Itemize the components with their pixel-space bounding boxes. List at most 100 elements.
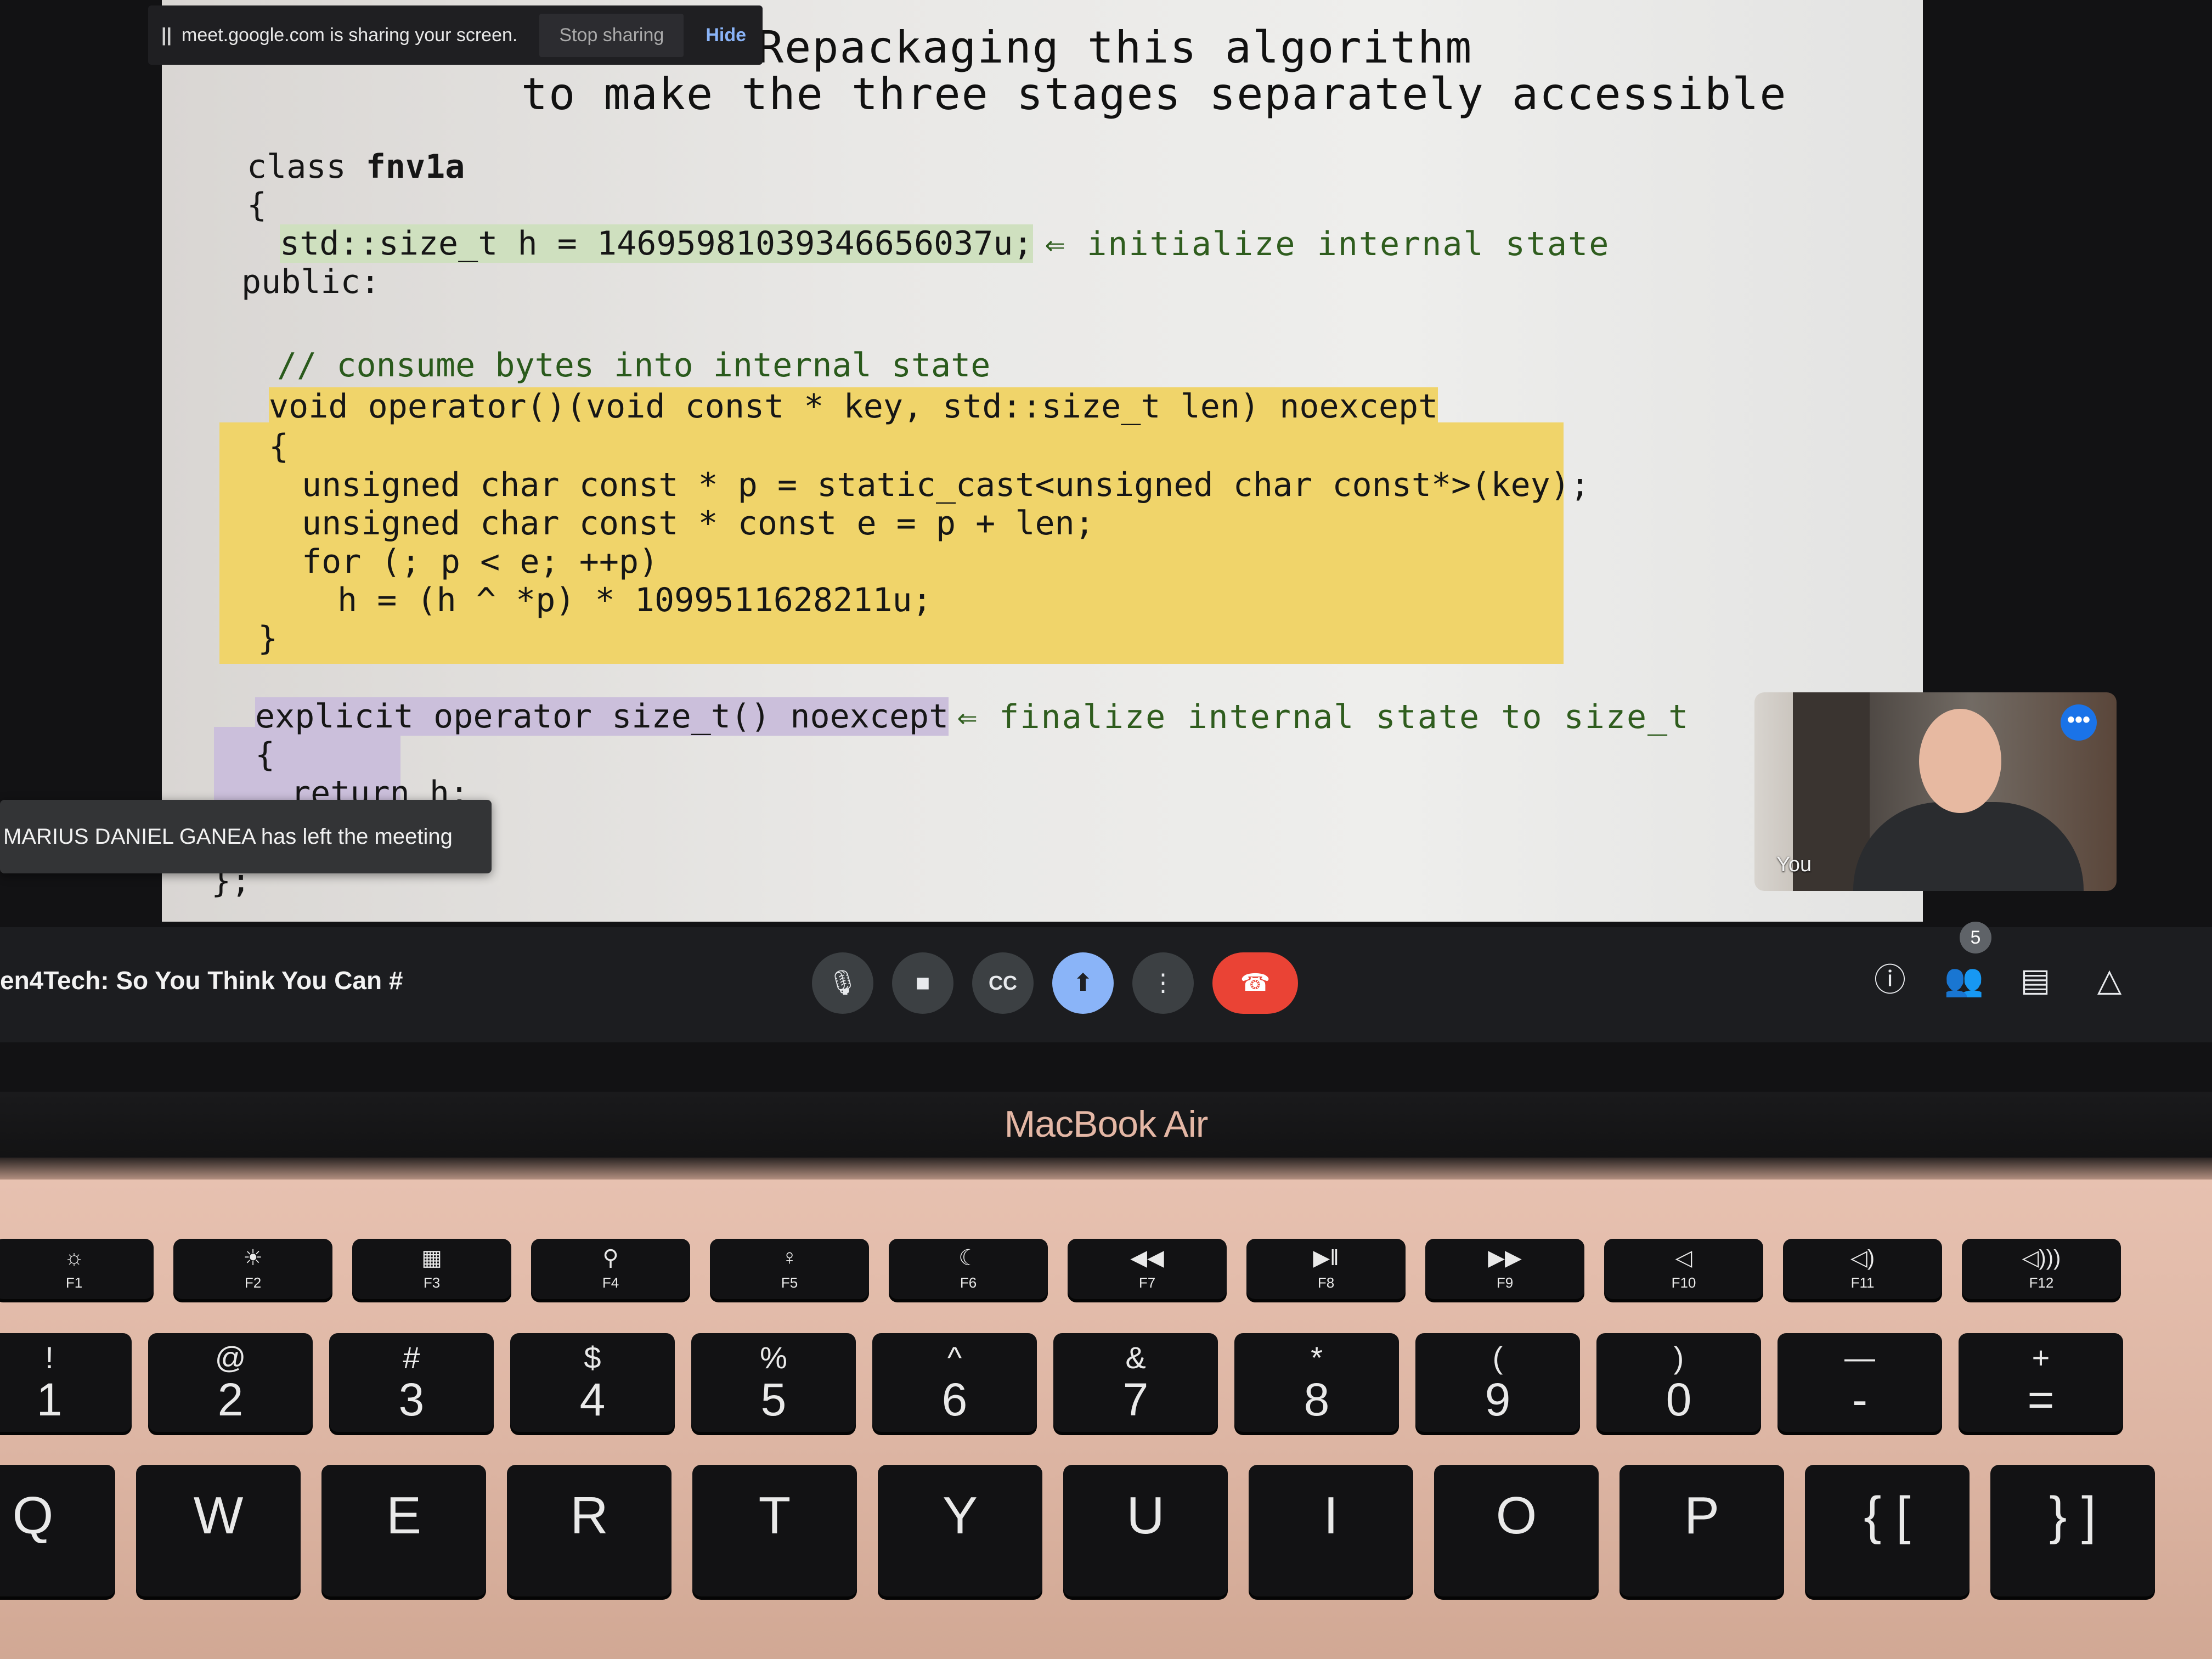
number-key[interactable]: ) 0 [1596, 1333, 1761, 1432]
hide-button[interactable]: Hide [689, 14, 763, 57]
code-class-name: fnv1a [365, 148, 465, 186]
number-key[interactable]: + = [1959, 1333, 2123, 1432]
letter-key[interactable]: P [1620, 1465, 1784, 1596]
more-vert-icon[interactable]: ⋮ [1132, 952, 1194, 1014]
letter-key[interactable]: I [1249, 1465, 1413, 1596]
pause-icon: || [161, 24, 172, 46]
letter-key-label: R [570, 1486, 608, 1545]
number-key-symbol: $ [584, 1340, 601, 1375]
function-key[interactable]: ☼ F1 [0, 1239, 154, 1299]
number-key[interactable]: & 7 [1053, 1333, 1218, 1432]
mic-icon[interactable]: 🎙 [812, 952, 873, 1014]
letter-key[interactable]: U [1063, 1465, 1228, 1596]
function-key-symbol: ▦ [421, 1246, 442, 1270]
letter-key-label: W [193, 1486, 244, 1545]
letter-key[interactable]: Y [878, 1465, 1042, 1596]
letter-key[interactable]: E [321, 1465, 486, 1596]
function-key-symbol: ☾ [958, 1246, 978, 1270]
number-key[interactable]: ^ 6 [872, 1333, 1037, 1432]
note-initialize: ⇐ initialize internal state [1045, 225, 1610, 263]
participants-count-badge: 5 [1960, 922, 1991, 953]
self-view-tile[interactable]: You ••• [1754, 692, 2117, 891]
activities-icon[interactable]: △ [2085, 956, 2134, 1005]
laptop-screen: Repackaging this algorithm to make the t… [0, 0, 2212, 1092]
number-key-symbol: & [1125, 1340, 1146, 1375]
function-key[interactable]: ▦ F3 [352, 1239, 511, 1299]
code-line: for (; p < e; ++p) [302, 543, 659, 581]
function-key-symbol: ⚲ [602, 1246, 619, 1270]
number-key-symbol: % [760, 1340, 787, 1375]
chat-icon[interactable]: ▤ [2011, 956, 2060, 1005]
letter-key[interactable]: T [692, 1465, 857, 1596]
number-key-symbol: — [1844, 1340, 1875, 1375]
function-key[interactable]: ◁))) F12 [1962, 1239, 2121, 1299]
code-line: } [258, 619, 278, 658]
number-key-label: - [1852, 1374, 1867, 1425]
number-key-symbol: ^ [947, 1340, 962, 1375]
letter-key-label: Q [12, 1486, 54, 1545]
laptop-hinge [0, 1158, 2212, 1180]
function-key[interactable]: ☀ F2 [173, 1239, 332, 1299]
function-key[interactable]: ◁) F11 [1783, 1239, 1942, 1299]
info-icon[interactable]: ⓘ [1865, 956, 1915, 1005]
letter-key[interactable]: W [136, 1465, 301, 1596]
function-key-label: F10 [1671, 1274, 1696, 1291]
number-key[interactable]: % 5 [691, 1333, 856, 1432]
function-key-label: F11 [1850, 1274, 1875, 1291]
number-key[interactable]: (9 [1415, 1333, 1580, 1432]
participant-body [1853, 802, 2084, 891]
code-line: { [255, 736, 275, 774]
code-line-explicit: explicit operator size_t() noexcept [255, 697, 949, 736]
number-key[interactable]: — - [1778, 1333, 1942, 1432]
letter-key[interactable]: Q [0, 1465, 115, 1596]
letter-key-label: E [386, 1486, 422, 1545]
number-key[interactable]: * 8 [1234, 1333, 1399, 1432]
function-key-label: F9 [1496, 1274, 1514, 1291]
function-key[interactable]: ▶▶ F9 [1425, 1239, 1584, 1299]
number-key[interactable]: @2 [148, 1333, 313, 1432]
function-key-label: F4 [602, 1274, 619, 1291]
function-key[interactable]: ▶‖ F8 [1246, 1239, 1406, 1299]
number-key[interactable]: #3 [329, 1333, 494, 1432]
share-message: meet.google.com is sharing your screen. [182, 24, 518, 46]
code-line: public: [241, 263, 380, 301]
present-icon[interactable]: ⬆ [1052, 952, 1114, 1014]
number-key-label: 4 [579, 1374, 606, 1425]
function-key-label: F8 [1317, 1274, 1335, 1291]
letter-key[interactable]: { [ [1805, 1465, 1970, 1596]
function-key[interactable]: ◁ F10 [1604, 1239, 1763, 1299]
function-key-symbol: ◁ [1675, 1246, 1692, 1270]
participant-head [1919, 709, 2001, 813]
letter-key-label: U [1126, 1486, 1165, 1545]
letter-key[interactable]: R [507, 1465, 672, 1596]
number-key[interactable]: ! 1 [0, 1333, 132, 1432]
leave-call-icon[interactable]: ☎ [1212, 952, 1298, 1014]
screen-share-banner: || meet.google.com is sharing your scree… [148, 5, 763, 65]
more-options-icon[interactable]: ••• [2061, 704, 2097, 741]
captions-icon[interactable]: CC [972, 952, 1034, 1014]
bezel-label: MacBook Air [1004, 1103, 1209, 1145]
function-key[interactable]: ♀ F5 [710, 1239, 869, 1299]
letter-key-label: } ] [2049, 1486, 2096, 1545]
number-key-label: = [2027, 1374, 2055, 1425]
number-key-label: 1 [36, 1374, 63, 1425]
number-key-label: 5 [760, 1374, 787, 1425]
toast-text: MARIUS DANIEL GANEA has left the meeting [3, 824, 453, 849]
letter-key[interactable]: O [1434, 1465, 1599, 1596]
function-key-symbol: ♀ [781, 1245, 798, 1269]
function-key[interactable]: ◀◀ F7 [1068, 1239, 1227, 1299]
letter-key-label: { [ [1864, 1486, 1911, 1545]
code-line: { [269, 427, 289, 466]
number-key-symbol: * [1311, 1340, 1323, 1375]
people-icon[interactable]: 👥 [1939, 956, 1989, 1005]
function-key[interactable]: ☾ F6 [889, 1239, 1048, 1299]
letter-key[interactable]: } ] [1990, 1465, 2155, 1596]
number-key[interactable]: $4 [510, 1333, 675, 1432]
shared-slide: Repackaging this algorithm to make the t… [162, 0, 1923, 922]
meet-control-bar: en4Tech: So You Think You Can # 🎙 ■ CC ⬆… [0, 922, 2212, 1042]
camera-icon[interactable]: ■ [892, 952, 953, 1014]
number-key-label: 8 [1304, 1374, 1330, 1425]
function-key[interactable]: ⚲ F4 [531, 1239, 690, 1299]
self-view-label: You [1776, 853, 1812, 876]
stop-sharing-button[interactable]: Stop sharing [539, 13, 684, 57]
